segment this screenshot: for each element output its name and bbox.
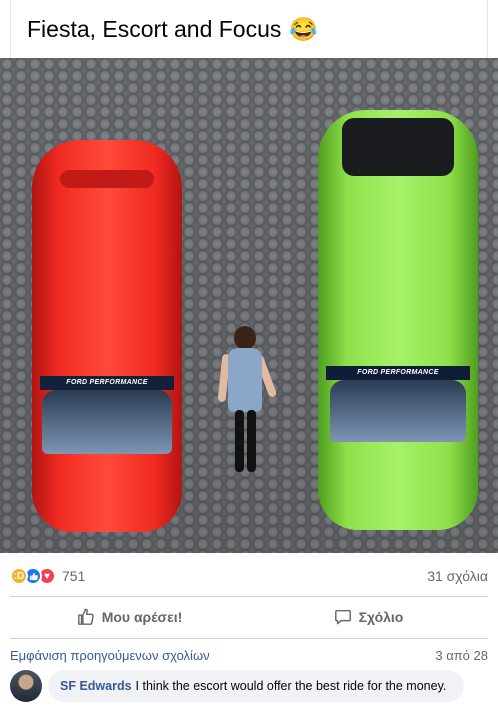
- green-car-banner: FORD PERFORMANCE: [326, 366, 470, 380]
- red-car-banner: FORD PERFORMANCE: [40, 376, 174, 390]
- green-car: FORD PERFORMANCE: [318, 110, 478, 530]
- view-previous-comments-link[interactable]: Εμφάνιση προηγούμενων σχολίων: [10, 648, 210, 663]
- actions-divider: [10, 638, 488, 639]
- red-car: FORD PERFORMANCE: [32, 140, 182, 532]
- post-caption: Fiesta, Escort and Focus: [27, 15, 282, 42]
- comments-counter: 3 από 28: [435, 648, 488, 663]
- haha-reaction-icon: :D: [10, 567, 28, 585]
- reactions-summary[interactable]: :D ♥ 751: [10, 567, 85, 585]
- comment-author[interactable]: SF Edwards: [60, 679, 132, 693]
- comment-count[interactable]: 31 σχόλια: [427, 568, 488, 584]
- green-car-sunroof: [342, 118, 454, 176]
- post-card: Fiesta, Escort and Focus 😂 FORD PERFORMA…: [0, 0, 498, 714]
- like-button-label: Μου αρέσει!: [101, 609, 183, 625]
- post-actions: Μου αρέσει! Σχόλιο: [10, 598, 488, 636]
- person-leg-left: [235, 410, 244, 472]
- previous-comments-row: Εμφάνιση προηγούμενων σχολίων 3 από 28: [10, 648, 488, 663]
- reaction-count[interactable]: 751: [62, 568, 85, 584]
- red-car-roof: [60, 170, 154, 188]
- comment-text: I think the escort would offer the best …: [135, 679, 447, 693]
- comment-bubble: SF Edwards I think the escort would offer…: [48, 670, 464, 702]
- commenter-avatar[interactable]: [10, 670, 42, 702]
- green-car-windshield: [330, 380, 466, 442]
- laughing-emoji-icon: 😂: [289, 15, 319, 42]
- person-leg-right: [247, 410, 256, 472]
- comment-button[interactable]: Σχόλιο: [249, 598, 488, 636]
- person-dress: [228, 348, 262, 412]
- comment-item: SF Edwards I think the escort would offer…: [10, 670, 488, 702]
- woman-lying-down: [217, 326, 278, 476]
- stats-divider: [10, 596, 488, 597]
- post-text: Fiesta, Escort and Focus 😂: [10, 0, 488, 58]
- post-photo[interactable]: FORD PERFORMANCE FORD PERFORMANCE: [0, 58, 498, 553]
- red-car-windshield: [42, 390, 172, 454]
- post-stats: :D ♥ 751 31 σχόλια: [10, 558, 488, 594]
- like-button[interactable]: Μου αρέσει!: [10, 598, 249, 636]
- comment-button-label: Σχόλιο: [358, 609, 404, 625]
- speech-bubble-icon: [334, 609, 351, 625]
- person-head: [234, 326, 256, 350]
- thumbs-up-icon: [77, 608, 94, 625]
